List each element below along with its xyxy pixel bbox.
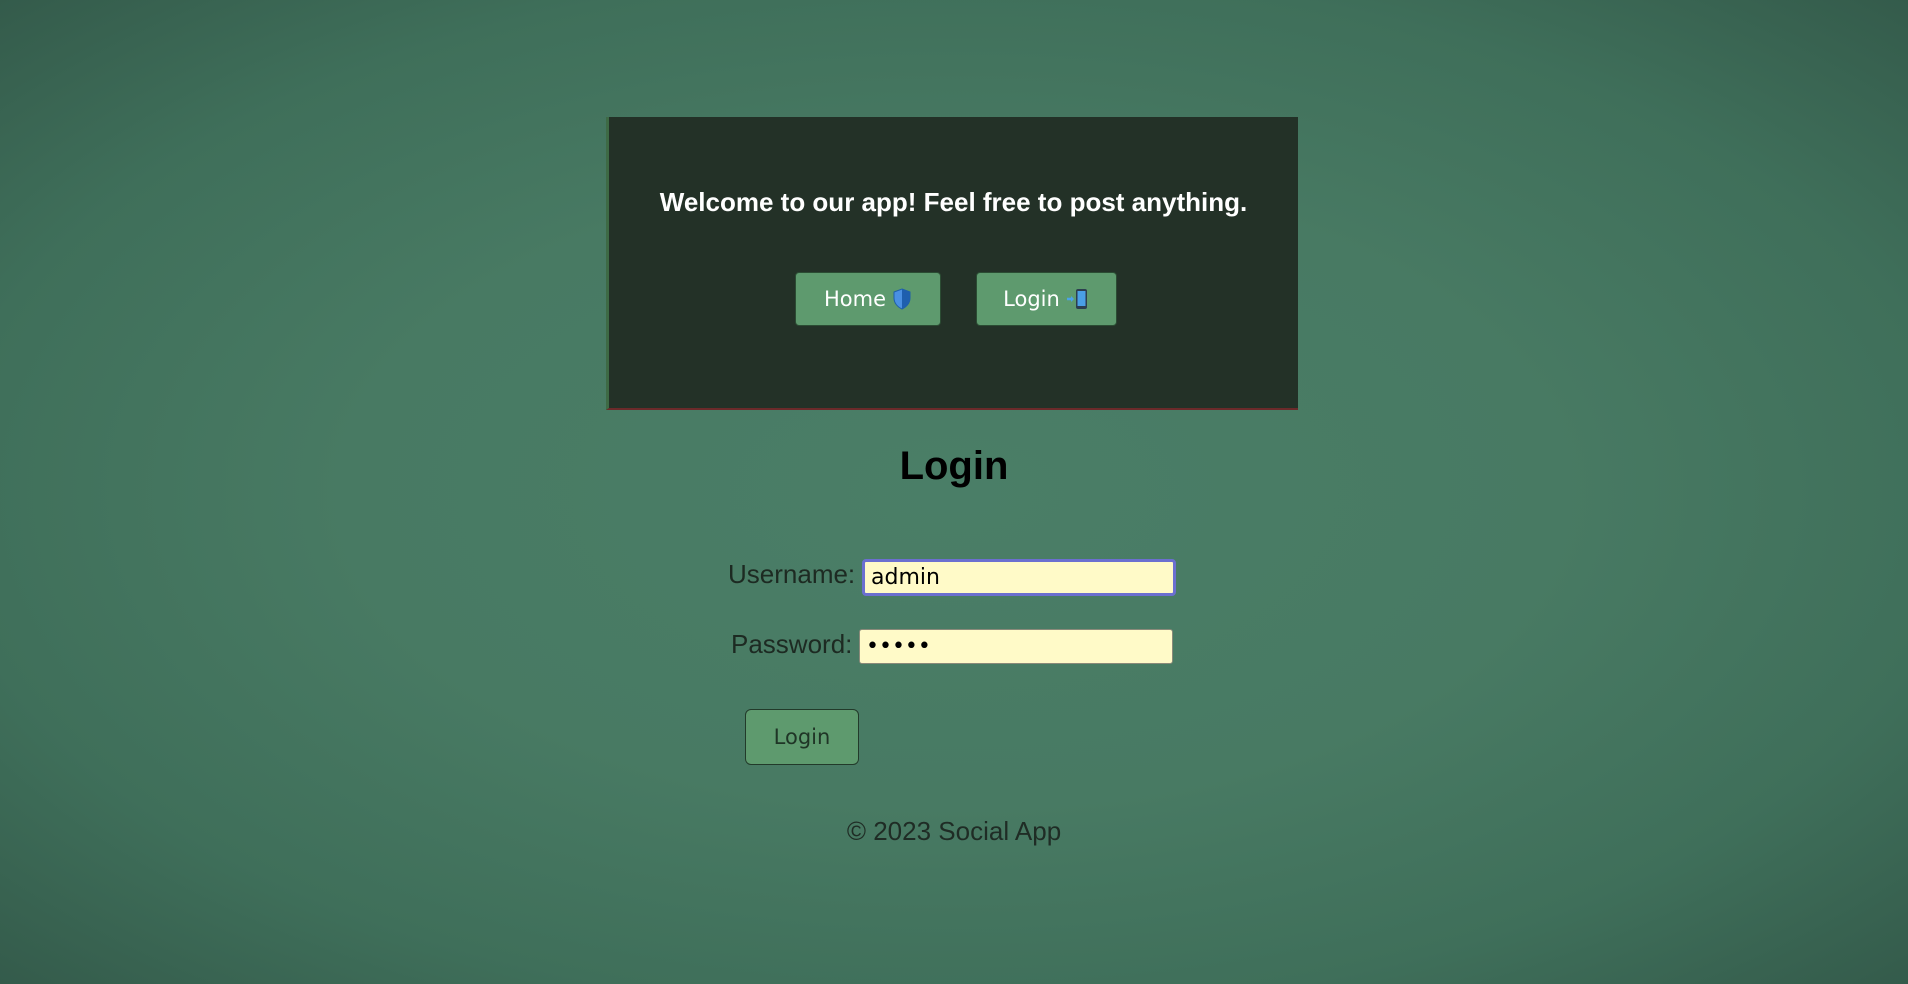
home-button-label: Home [823,287,886,311]
login-heading: Login [899,444,1009,488]
home-button[interactable]: Home [795,272,941,326]
shield-icon [892,288,912,310]
site-header: Welcome to our app! Feel free to post an… [606,117,1298,410]
footer-copyright: © 2023 Social App [846,816,1062,846]
mobile-arrow-icon [1066,288,1090,310]
login-nav-button[interactable]: Login [976,272,1117,326]
login-nav-label: Login [1003,287,1060,311]
username-input[interactable] [862,559,1176,596]
welcome-message: Welcome to our app! Feel free to post an… [659,187,1248,217]
login-submit-button[interactable]: Login [745,709,859,765]
password-input[interactable] [859,629,1173,664]
password-label: Password: [731,629,853,659]
username-label: Username: [728,559,856,589]
